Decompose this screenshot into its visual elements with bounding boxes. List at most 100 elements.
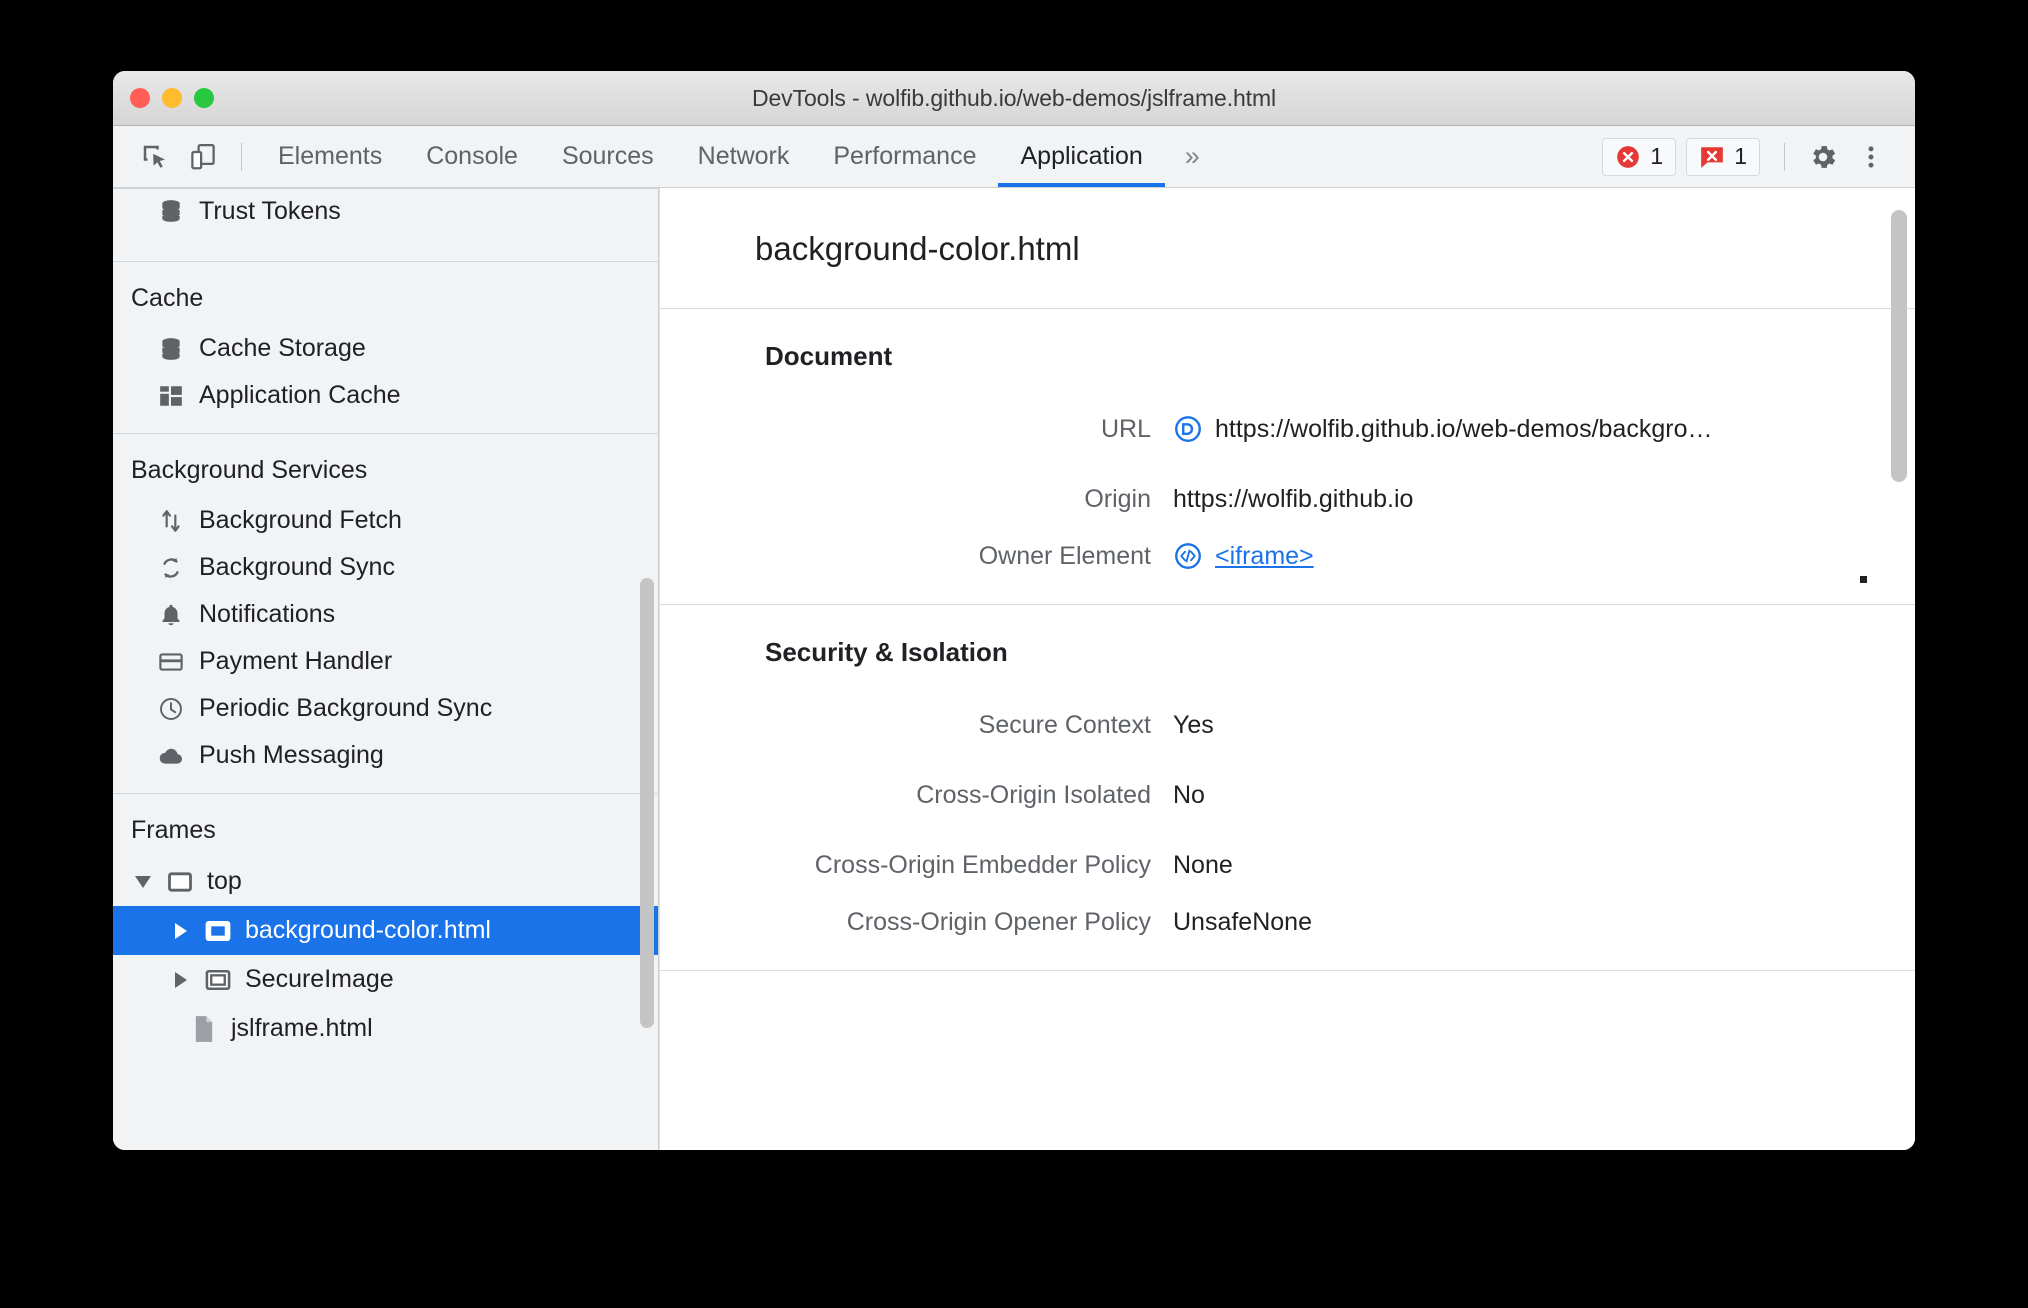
sidebar-item-cache-storage[interactable]: Cache Storage <box>113 325 658 372</box>
sidebar-item-label: Cache Storage <box>199 334 366 362</box>
console-message-count: 1 <box>1734 143 1747 169</box>
grid-icon <box>157 382 185 410</box>
tab-elements[interactable]: Elements <box>256 126 404 187</box>
clock-icon <box>157 695 185 723</box>
field-value-coep: None <box>1173 850 1233 879</box>
frame-details-panel: background-color.html Document URL https… <box>659 188 1915 1150</box>
section-title-frames: Frames <box>131 816 216 844</box>
sidebar-item-payment-handler[interactable]: Payment Handler <box>113 638 658 685</box>
sidebar-item-label: Push Messaging <box>199 741 384 769</box>
page-title: background-color.html <box>660 188 1915 309</box>
maximize-window-button[interactable] <box>194 88 214 108</box>
field-label: Owner Element <box>978 541 1151 570</box>
devtools-body: Trust Tokens Cache Cache Storage Applica… <box>113 188 1915 1150</box>
field-value-cross-origin-isolated: No <box>1173 780 1205 809</box>
toolbar-divider <box>241 142 242 171</box>
sidebar-item-background-fetch[interactable]: Background Fetch <box>113 497 658 544</box>
sidebar-item-label: Payment Handler <box>199 647 393 675</box>
frame-tree-item-background-color[interactable]: background-color.html <box>113 906 658 955</box>
field-row-coep: Cross-Origin Embedder Policy None <box>708 830 1915 900</box>
frame-label: jslframe.html <box>231 1014 373 1042</box>
iframe-icon <box>203 965 233 995</box>
tab-performance[interactable]: Performance <box>811 126 998 187</box>
sidebar-scrollbar[interactable] <box>640 578 654 1028</box>
frame-label: SecureImage <box>245 965 394 993</box>
error-badge[interactable]: 1 <box>1602 137 1677 176</box>
database-icon <box>157 335 185 363</box>
frame-tree-item-jslframe[interactable]: jslframe.html <box>113 1004 658 1053</box>
toolbar-divider-right <box>1784 142 1785 171</box>
sidebar-item-label: Application Cache <box>199 381 401 409</box>
application-sidebar[interactable]: Trust Tokens Cache Cache Storage Applica… <box>113 188 659 1150</box>
chevron-right-icon[interactable] <box>171 970 191 990</box>
sidebar-item-periodic-background-sync[interactable]: Periodic Background Sync <box>113 685 658 732</box>
field-label: Cross-Origin Opener Policy <box>846 907 1151 936</box>
inspect-element-icon[interactable] <box>131 135 179 179</box>
minimize-window-button[interactable] <box>162 88 182 108</box>
up-down-arrows-icon <box>157 507 185 535</box>
code-badge-icon <box>1173 541 1203 571</box>
tab-console[interactable]: Console <box>404 126 540 187</box>
sidebar-item-notifications[interactable]: Notifications <box>113 591 658 638</box>
tab-label: Sources <box>561 142 654 170</box>
sidebar-section-background-services: Background Services Background Fetch Bac… <box>113 434 658 794</box>
link-badge-icon <box>1173 414 1203 444</box>
field-value-owner-element[interactable]: <iframe> <box>1173 541 1314 571</box>
field-row-cross-origin-isolated: Cross-Origin Isolated No <box>708 760 1915 830</box>
frame-label: top <box>207 867 242 895</box>
origin-text: https://wolfib.github.io <box>1173 484 1414 513</box>
database-icon <box>157 197 185 225</box>
chevron-right-icon[interactable] <box>171 921 191 941</box>
sidebar-item-label: Background Fetch <box>199 506 402 534</box>
resize-marker <box>1860 576 1867 583</box>
gear-icon[interactable] <box>1799 135 1847 179</box>
tab-network[interactable]: Network <box>676 126 812 187</box>
detail-group-security-isolation: Security & Isolation Secure Context Yes … <box>660 605 1915 971</box>
main-scrollbar[interactable] <box>1891 210 1907 482</box>
field-value-origin: https://wolfib.github.io <box>1173 485 1413 514</box>
field-row-owner-element: Owner Element <iframe> <box>708 534 1915 604</box>
field-value-url[interactable]: https://wolfib.github.io/web-demos/backg… <box>1173 414 1712 444</box>
section-title-cache: Cache <box>131 284 204 312</box>
sidebar-item-label: Notifications <box>199 600 336 628</box>
section-title-background-services: Background Services <box>131 456 368 484</box>
tab-sources[interactable]: Sources <box>540 126 676 187</box>
sidebar-item-trust-tokens[interactable]: Trust Tokens <box>113 189 658 233</box>
owner-element-link[interactable]: <iframe> <box>1215 542 1314 571</box>
devtools-window: DevTools - wolfib.github.io/web-demos/js… <box>113 71 1915 1150</box>
error-count: 1 <box>1650 143 1664 169</box>
console-message-badge[interactable]: 1 <box>1686 137 1760 176</box>
field-row-coop: Cross-Origin Opener Policy UnsafeNone <box>708 900 1915 970</box>
more-tabs-icon[interactable]: » <box>1165 126 1220 187</box>
sync-icon <box>157 554 185 582</box>
sidebar-item-label: Periodic Background Sync <box>199 694 493 722</box>
frame-tree-item-top[interactable]: top <box>113 857 658 906</box>
sidebar-item-background-sync[interactable]: Background Sync <box>113 544 658 591</box>
sidebar-item-application-cache[interactable]: Application Cache <box>113 372 658 419</box>
field-row-url: URL https://wolfib.github.io/web-demos/b… <box>708 394 1915 464</box>
chevron-down-icon[interactable] <box>133 872 153 892</box>
window-title: DevTools - wolfib.github.io/web-demos/js… <box>751 84 1277 111</box>
group-title-document: Document <box>765 341 893 371</box>
frame-tree-item-secureimage[interactable]: SecureImage <box>113 955 658 1004</box>
tab-application[interactable]: Application <box>998 126 1166 187</box>
frame-details-content: background-color.html Document URL https… <box>660 188 1915 971</box>
field-value-secure-context: Yes <box>1173 710 1214 739</box>
tab-label: Application <box>1020 142 1143 170</box>
group-title-security-isolation: Security & Isolation <box>765 637 1008 667</box>
tab-label: Performance <box>833 142 977 170</box>
frame-label: background-color.html <box>245 916 491 944</box>
url-text: https://wolfib.github.io/web-demos/backg… <box>1215 414 1713 443</box>
frame-icon <box>165 867 195 897</box>
iframe-icon <box>203 916 233 946</box>
window-titlebar: DevTools - wolfib.github.io/web-demos/js… <box>113 71 1915 126</box>
sidebar-item-push-messaging[interactable]: Push Messaging <box>113 732 658 779</box>
panel-tabs: Elements Console Sources Network Perform… <box>256 126 1220 187</box>
tab-label: Elements <box>278 142 383 170</box>
kebab-menu-icon[interactable] <box>1847 135 1895 179</box>
field-label: Cross-Origin Isolated <box>916 780 1151 809</box>
device-toolbar-icon[interactable] <box>179 135 227 179</box>
field-label: Origin <box>1084 484 1151 513</box>
detail-group-document: Document URL https://wolfib.github.io/we… <box>660 309 1915 605</box>
close-window-button[interactable] <box>130 88 150 108</box>
